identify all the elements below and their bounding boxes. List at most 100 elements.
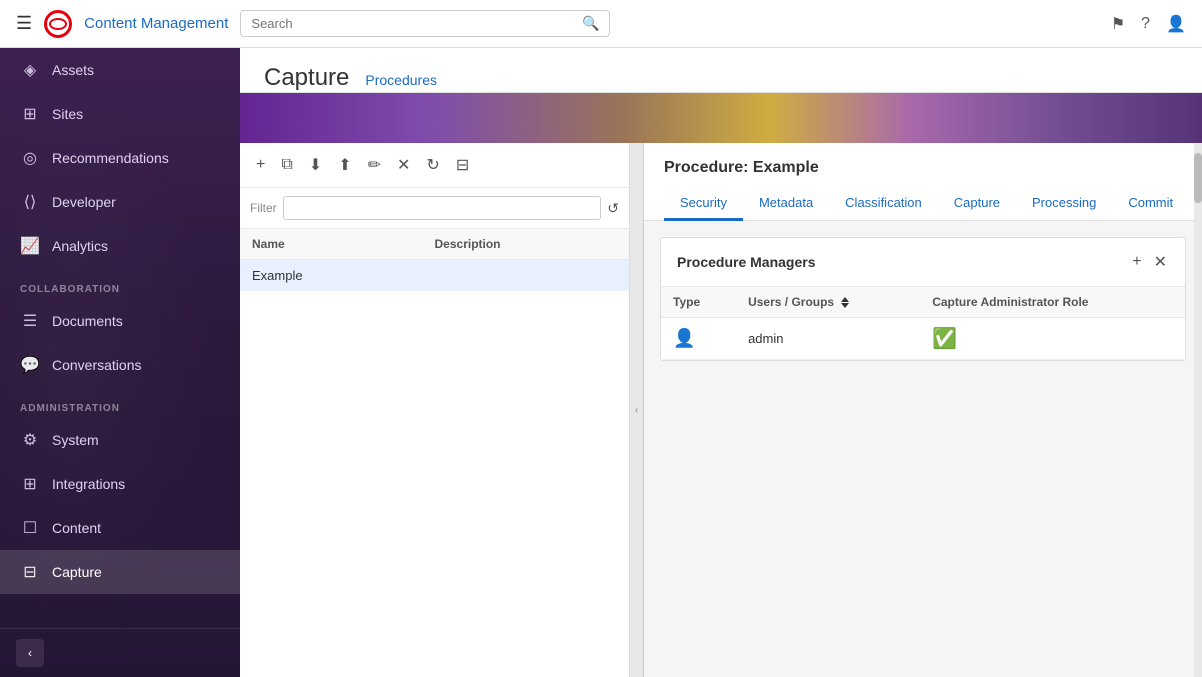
tab-classification[interactable]: Classification: [829, 187, 938, 221]
copy-button[interactable]: ⧉: [275, 152, 298, 178]
analytics-icon: 📈: [20, 236, 40, 256]
sidebar-item-capture[interactable]: ⊟ Capture: [0, 550, 240, 594]
panel-title: Procedure: Example: [664, 159, 1182, 177]
menu-icon[interactable]: ☰: [16, 13, 32, 34]
sidebar-item-label: Analytics: [52, 238, 108, 254]
list-item-name: Example: [252, 268, 435, 283]
col-name-header: Name: [252, 237, 435, 251]
search-box: 🔍: [240, 10, 610, 37]
sidebar-item-recommendations[interactable]: ◎ Recommendations: [0, 136, 240, 180]
sidebar-item-documents[interactable]: ☰ Documents: [0, 299, 240, 343]
collaboration-label: COLLABORATION: [0, 268, 240, 299]
sites-icon: ⊞: [20, 104, 40, 124]
row-admin-role-cell: ✅: [920, 318, 1185, 360]
search-icon[interactable]: 🔍: [582, 15, 599, 32]
system-icon: ⚙: [20, 430, 40, 450]
scrollbar-thumb[interactable]: [1194, 153, 1202, 203]
col-type: Type: [661, 287, 736, 318]
documents-icon: ☰: [20, 311, 40, 331]
row-user-icon: 👤: [673, 328, 695, 348]
sidebar-item-content[interactable]: ☐ Content: [0, 506, 240, 550]
row-name-cell: admin: [736, 318, 920, 360]
top-nav-left: ☰ Content Management 🔍: [16, 10, 1099, 38]
sidebar-item-sites[interactable]: ⊞ Sites: [0, 92, 240, 136]
search-input[interactable]: [251, 16, 582, 31]
tab-bar: Security Metadata Classification Capture…: [664, 187, 1182, 220]
save-button[interactable]: ⊟: [450, 151, 475, 179]
content-area: Capture Procedures + ⧉ ⬇ ⬆ ✏ ✕ ↻ ⊟: [240, 48, 1202, 677]
tab-processing[interactable]: Processing: [1016, 187, 1112, 221]
sidebar-item-label: Developer: [52, 194, 116, 210]
close-managers-button[interactable]: ✕: [1152, 250, 1169, 274]
capture-icon: ⊟: [20, 562, 40, 582]
upload-button[interactable]: ⬆: [332, 151, 357, 179]
managers-table-body: 👤 admin ✅: [661, 318, 1185, 360]
cancel-button[interactable]: ✕: [391, 151, 416, 179]
sort-down-icon: [841, 303, 849, 308]
sidebar-item-developer[interactable]: ⟨⟩ Developer: [0, 180, 240, 224]
add-button[interactable]: +: [250, 152, 271, 178]
sort-icons[interactable]: [841, 297, 849, 308]
oracle-logo-inner: [49, 18, 67, 30]
sidebar-item-assets[interactable]: ◈ Assets: [0, 48, 240, 92]
sidebar-collapse: ‹: [0, 628, 240, 677]
sidebar-item-integrations[interactable]: ⊞ Integrations: [0, 462, 240, 506]
row-type-cell: 👤: [661, 318, 736, 360]
top-nav: ☰ Content Management 🔍 ⚑ ? 👤: [0, 0, 1202, 48]
sidebar-item-label: Recommendations: [52, 150, 169, 166]
top-nav-right: ⚑ ? 👤: [1111, 14, 1186, 34]
sidebar-item-analytics[interactable]: 📈 Analytics: [0, 224, 240, 268]
table-header-row: Type Users / Groups: [661, 287, 1185, 318]
sidebar-item-label: Documents: [52, 313, 123, 329]
check-icon: ✅: [932, 328, 957, 350]
refresh3-button[interactable]: ↻: [420, 151, 445, 179]
tab-commit[interactable]: Commit: [1112, 187, 1189, 221]
managers-card-header: Procedure Managers + ✕: [661, 238, 1185, 287]
user-icon[interactable]: 👤: [1166, 14, 1186, 34]
filter-label: Filter: [250, 201, 277, 215]
sort-up-icon: [841, 297, 849, 302]
tab-capture[interactable]: Capture: [938, 187, 1016, 221]
main-layout: ◈ Assets ⊞ Sites ◎ Recommendations ⟨⟩ De…: [0, 48, 1202, 677]
tab-security[interactable]: Security: [664, 187, 743, 221]
scrollbar-track[interactable]: [1194, 143, 1202, 677]
page-header: Capture Procedures: [240, 48, 1202, 93]
sidebar-item-system[interactable]: ⚙ System: [0, 418, 240, 462]
collapse-button[interactable]: ‹: [16, 639, 44, 667]
conversations-icon: 💬: [20, 355, 40, 375]
collapse-handle-icon: ‹: [635, 405, 638, 416]
developer-icon: ⟨⟩: [20, 192, 40, 212]
left-panel: + ⧉ ⬇ ⬆ ✏ ✕ ↻ ⊟ Filter ↺ Name: [240, 143, 630, 677]
list-item[interactable]: Example: [240, 260, 629, 291]
add-manager-button[interactable]: +: [1130, 250, 1143, 274]
sidebar-item-label: Conversations: [52, 357, 142, 373]
filter-row: Filter ↺: [240, 188, 629, 229]
integrations-icon: ⊞: [20, 474, 40, 494]
download-button[interactable]: ⬇: [303, 151, 328, 179]
table-row: 👤 admin ✅: [661, 318, 1185, 360]
right-panel-header: Procedure: Example Security Metadata Cla…: [644, 143, 1202, 221]
managers-table: Type Users / Groups: [661, 287, 1185, 360]
help-icon[interactable]: ?: [1141, 15, 1150, 33]
right-panel-body: Procedure Managers + ✕ Type: [644, 221, 1202, 677]
sidebar-item-conversations[interactable]: 💬 Conversations: [0, 343, 240, 387]
breadcrumb-procedures[interactable]: Procedures: [365, 72, 437, 88]
managers-title: Procedure Managers: [677, 254, 816, 270]
refresh-button[interactable]: ↺: [607, 200, 619, 217]
edit-button[interactable]: ✏: [362, 151, 387, 179]
assets-icon: ◈: [20, 60, 40, 80]
oracle-logo: [44, 10, 72, 38]
col-users-groups: Users / Groups: [736, 287, 920, 318]
app-title: Content Management: [84, 15, 228, 32]
filter-input[interactable]: [283, 196, 602, 220]
sidebar-item-label: Content: [52, 520, 101, 536]
flag-icon[interactable]: ⚑: [1111, 14, 1125, 34]
collapse-handle[interactable]: ‹: [630, 143, 644, 677]
tab-metadata[interactable]: Metadata: [743, 187, 829, 221]
list-header: Name Description: [240, 229, 629, 260]
left-panel-spacer: [240, 291, 629, 677]
page-title: Capture: [264, 64, 349, 92]
managers-card: Procedure Managers + ✕ Type: [660, 237, 1186, 361]
list-item-desc: [435, 268, 618, 283]
managers-card-actions: + ✕: [1130, 250, 1169, 274]
